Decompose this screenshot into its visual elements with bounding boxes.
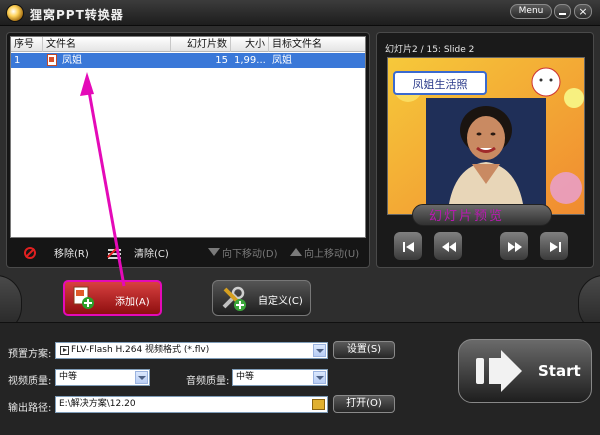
- menu-label: Menu: [518, 6, 544, 16]
- row-index: 1: [14, 55, 21, 66]
- output-path-label: 输出路径:: [8, 403, 52, 414]
- chevron-down-icon[interactable]: [313, 344, 326, 357]
- add-button[interactable]: 添加(A): [63, 280, 162, 316]
- slide-info: 幻灯片2 / 15: Slide 2: [385, 45, 475, 55]
- previous-slide-button[interactable]: [433, 231, 463, 261]
- preset-select[interactable]: FLV-Flash H.264 视频格式 (*.flv): [55, 342, 328, 359]
- start-label: Start: [538, 362, 581, 380]
- output-path-value: E:\解决方案\12.20: [59, 399, 136, 409]
- open-button[interactable]: 打开(O): [333, 395, 395, 413]
- rewind-icon: [442, 242, 456, 252]
- minimize-button[interactable]: [554, 4, 571, 19]
- move-up-icon: [290, 248, 302, 256]
- preset-value: FLV-Flash H.264 视频格式 (*.flv): [71, 345, 210, 355]
- playback-label: 幻灯片预览: [429, 209, 505, 224]
- custom-label: 自定义(C): [258, 296, 303, 307]
- remove-icon[interactable]: [24, 247, 36, 259]
- add-label: 添加(A): [115, 297, 150, 308]
- list-toolbar: 移除(R) 清除(C) 向下移动(D) 向上移动(U): [10, 245, 366, 265]
- clear-button[interactable]: 清除(C): [134, 247, 169, 263]
- file-table[interactable]: 序号 文件名 幻灯片数 大小 目标文件名 1 凤姐 15 1,99... 凤姐: [10, 36, 366, 238]
- audio-quality-value: 中等: [236, 372, 255, 382]
- output-path-input[interactable]: E:\解决方案\12.20: [55, 396, 328, 413]
- row-size: 1,99...: [234, 55, 266, 66]
- preview-panel: 幻灯片2 / 15: Slide 2 凤姐生活照 幻灯片预览: [376, 32, 594, 268]
- window-title: 狸窝PPT转换器: [30, 8, 124, 22]
- chevron-down-icon[interactable]: [135, 371, 148, 384]
- table-header: 序号 文件名 幻灯片数 大小 目标文件名: [11, 37, 365, 52]
- skip-forward-icon: [550, 242, 561, 252]
- video-quality-select[interactable]: 中等: [55, 369, 150, 386]
- row-target: 凤姐: [272, 55, 292, 66]
- folder-icon[interactable]: [312, 399, 325, 410]
- menu-button[interactable]: Menu: [510, 4, 552, 19]
- column-header-size[interactable]: 大小: [231, 37, 269, 52]
- add-file-icon: [73, 286, 94, 309]
- video-quality-label: 视频质量:: [8, 376, 52, 387]
- column-header-target[interactable]: 目标文件名: [269, 37, 365, 52]
- column-header-filename[interactable]: 文件名: [43, 37, 171, 52]
- flv-format-icon: [60, 346, 69, 355]
- video-quality-value: 中等: [59, 372, 78, 382]
- start-arrow-icon: [476, 350, 522, 392]
- row-slides: 15: [215, 55, 228, 66]
- ppt-file-icon: [47, 54, 57, 66]
- settings-button[interactable]: 设置(S): [333, 341, 395, 359]
- app-logo-icon: [6, 4, 24, 22]
- audio-quality-select[interactable]: 中等: [232, 369, 328, 386]
- slide-preview-image: 凤姐生活照: [387, 57, 585, 215]
- custom-button[interactable]: 自定义(C): [212, 280, 311, 316]
- image-banner: 凤姐生活照: [413, 77, 468, 91]
- last-slide-button[interactable]: [539, 231, 569, 261]
- chevron-down-icon[interactable]: [313, 371, 326, 384]
- close-button[interactable]: ×: [574, 4, 592, 19]
- row-filename: 凤姐: [62, 55, 82, 66]
- title-bar: 狸窝PPT转换器 Menu ×: [0, 0, 600, 26]
- close-icon: ×: [578, 5, 588, 18]
- file-list-panel: 序号 文件名 幻灯片数 大小 目标文件名 1 凤姐 15 1,99... 凤姐 …: [6, 32, 370, 268]
- move-down-icon: [208, 248, 220, 256]
- column-header-slides[interactable]: 幻灯片数: [171, 37, 231, 52]
- start-button[interactable]: Start: [458, 339, 592, 403]
- audio-quality-label: 音频质量:: [186, 376, 230, 387]
- first-slide-button[interactable]: [393, 231, 423, 261]
- preset-label: 预置方案:: [8, 349, 52, 360]
- fast-forward-icon: [508, 242, 522, 252]
- skip-back-icon: [403, 242, 414, 252]
- move-down-button[interactable]: 向下移动(D): [222, 247, 278, 263]
- clear-icon[interactable]: [107, 247, 121, 259]
- move-up-button[interactable]: 向上移动(U): [304, 247, 359, 263]
- table-row[interactable]: 1 凤姐 15 1,99... 凤姐: [11, 53, 365, 68]
- remove-button[interactable]: 移除(R): [54, 247, 89, 263]
- tools-icon: [222, 286, 246, 311]
- column-header-index[interactable]: 序号: [11, 37, 43, 52]
- next-slide-button[interactable]: [499, 231, 529, 261]
